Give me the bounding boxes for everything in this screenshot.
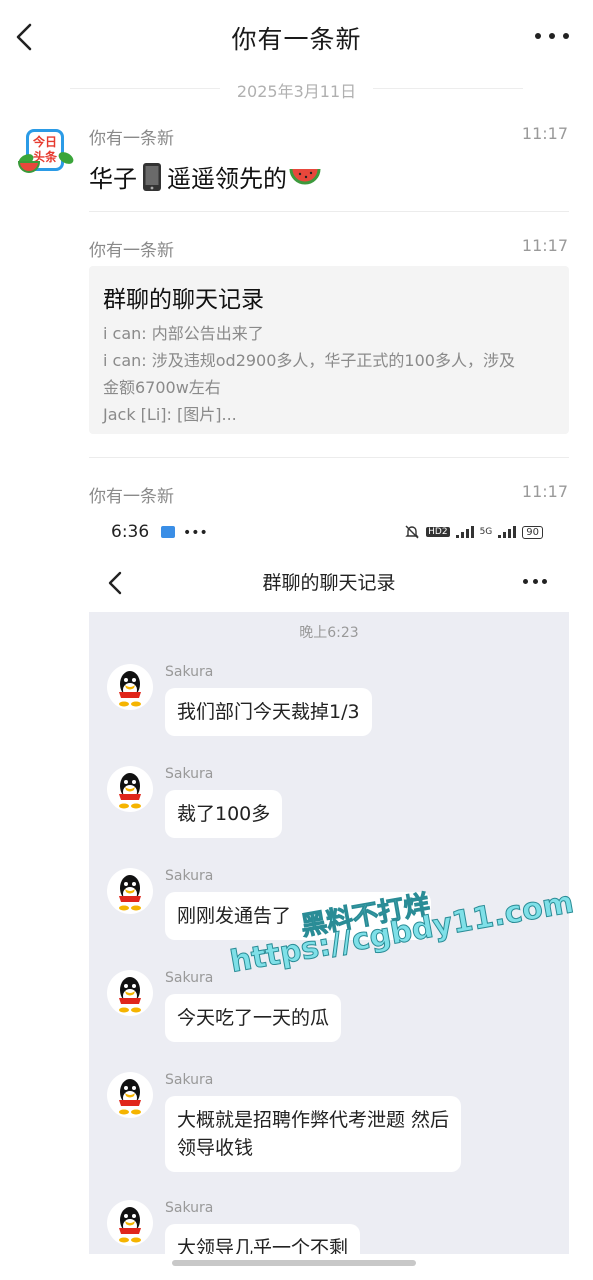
embedded-nav-bar: 群聊的聊天记录 <box>89 554 569 612</box>
chat-sender-name: Sakura <box>165 766 214 782</box>
chat-timestamp: 晚上6:23 <box>299 625 359 641</box>
more-options-icon[interactable] <box>535 26 569 46</box>
network-badge: 5G <box>479 527 493 537</box>
battery-icon: 90 <box>522 525 543 539</box>
message-text-part2: 遥遥领先的 <box>167 165 287 193</box>
card-title: 群聊的聊天记录 <box>103 287 264 313</box>
penguin-avatar-icon <box>107 766 153 812</box>
message-item: 你有一条新 11:17 <box>89 236 569 261</box>
chat-sender-name: Sakura <box>165 970 214 986</box>
penguin-avatar-icon <box>107 1200 153 1246</box>
mute-bell-icon <box>405 525 419 539</box>
watermelon-icon <box>289 168 321 184</box>
divider <box>89 211 569 212</box>
message-text: 华子 遥遥领先的 <box>89 159 569 194</box>
home-indicator[interactable] <box>172 1260 416 1266</box>
signal-icon <box>498 526 517 538</box>
message-item[interactable]: 你有一条新 11:17 华子 遥遥领先的 <box>89 124 569 194</box>
sender-avatar[interactable]: 今日 头条 <box>16 123 76 181</box>
hd-badge: HD2 <box>426 527 450 537</box>
chat-bubble-line: 领导收钱 <box>177 1137 254 1159</box>
chat-sender-name: Sakura <box>165 664 214 680</box>
card-line: i can: 涉及违规od2900多人，华子正式的100多人，涉及 <box>103 351 515 370</box>
chat-bubble: 裁了100多 <box>165 790 283 838</box>
more-options-icon <box>523 579 547 587</box>
chat-sender-name: Sakura <box>165 868 214 884</box>
logo-text-line1: 今日 <box>32 135 57 149</box>
top-bar: 你有一条新 <box>0 0 593 74</box>
chat-record-card[interactable]: 群聊的聊天记录 i can: 内部公告出来了 i can: 涉及违规od2900… <box>89 266 569 434</box>
sender-name: 你有一条新 <box>89 487 174 507</box>
signal-icon <box>455 526 474 538</box>
card-line: Jack [Li]: [图片]... <box>103 405 237 424</box>
penguin-avatar-icon <box>107 1072 153 1118</box>
chat-bubble: 今天吃了一天的瓜 <box>165 994 342 1042</box>
chat-bubble: 大概就是招聘作弊代考泄题 然后 领导收钱 <box>165 1096 462 1172</box>
chat-bubble-line: 大概就是招聘作弊代考泄题 然后 <box>177 1109 450 1131</box>
sender-name: 你有一条新 <box>89 241 174 261</box>
chat-sender-name: Sakura <box>165 1072 214 1088</box>
message-time: 11:17 <box>521 236 568 255</box>
chat-screen: 你有一条新 2025年3月11日 今日 头条 你有一条新 11:17 华子 遥遥… <box>0 0 593 1280</box>
chat-bubble: 大领导几乎一个不剩 <box>165 1224 361 1254</box>
penguin-avatar-icon <box>107 970 153 1016</box>
embedded-status-bar: 6:36 ••• HD2 5G 90 <box>89 514 569 554</box>
message-time: 11:17 <box>521 124 568 143</box>
penguin-avatar-icon <box>107 868 153 914</box>
status-icons: HD2 5G 90 <box>404 524 543 540</box>
embedded-screenshot-image[interactable]: 6:36 ••• HD2 5G 90 群聊的聊天记录 晚上6:23 Sakura… <box>89 514 569 1254</box>
mobile-phone-icon <box>143 162 161 191</box>
card-line: i can: 内部公告出来了 <box>103 324 264 343</box>
chat-bubble: 我们部门今天裁掉1/3 <box>165 688 372 736</box>
date-divider: 2025年3月11日 <box>0 78 593 102</box>
chat-sender-name: Sakura <box>165 1200 214 1216</box>
card-line: 金额6700w左右 <box>103 378 221 397</box>
page-title: 你有一条新 <box>231 25 362 54</box>
embedded-title: 群聊的聊天记录 <box>262 572 396 594</box>
message-time: 11:17 <box>521 482 568 501</box>
message-item: 你有一条新 11:17 <box>89 482 569 507</box>
penguin-avatar-icon <box>107 664 153 710</box>
more-notifications-icon: ••• <box>183 525 208 541</box>
app-notification-icon <box>160 526 175 538</box>
status-time: 6:36 ••• <box>111 522 208 542</box>
divider <box>89 457 569 458</box>
message-text-part1: 华子 <box>89 165 137 193</box>
sender-name: 你有一条新 <box>89 129 174 149</box>
